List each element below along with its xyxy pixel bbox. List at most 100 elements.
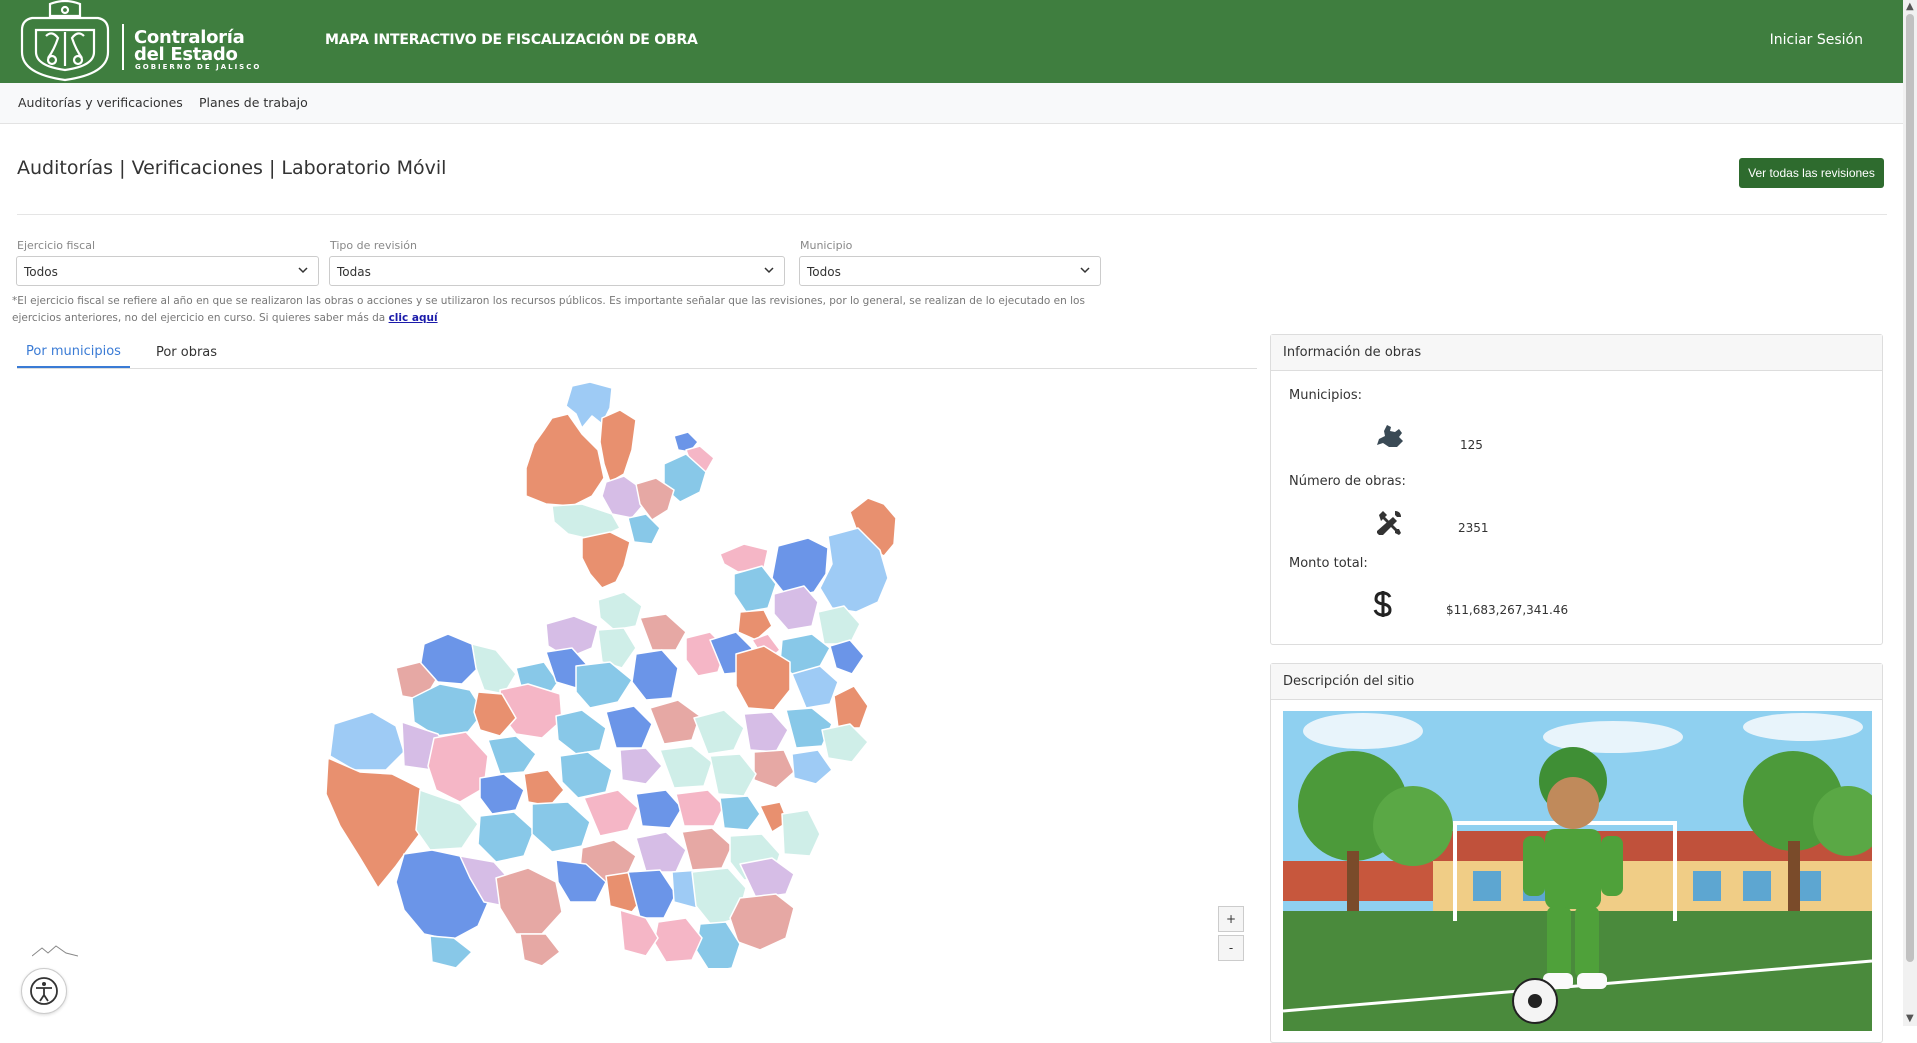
logo-separator (122, 24, 124, 70)
map-region[interactable] (709, 753, 757, 797)
works-info-panel: Información de obras Municipios: 125 Núm… (1270, 334, 1883, 645)
accessibility-button[interactable] (21, 968, 67, 1014)
map-region[interactable] (575, 661, 633, 709)
map-region[interactable] (791, 665, 839, 709)
learn-more-link[interactable]: clic aquí (389, 312, 438, 324)
map-region[interactable] (479, 773, 525, 815)
works-count: 2351 (1458, 521, 1489, 535)
fiscal-year-select[interactable]: Todos (16, 256, 319, 286)
site-description-panel: Descripción del sitio (1270, 663, 1883, 1043)
map-region[interactable] (733, 565, 777, 613)
map-region[interactable] (329, 711, 405, 771)
map-region[interactable] (829, 639, 865, 675)
accessibility-icon (30, 977, 58, 1005)
map-region[interactable] (525, 413, 605, 507)
jalisco-municipalities-map[interactable] (320, 378, 960, 968)
map-region[interactable] (635, 831, 687, 873)
jalisco-map-icon (1377, 425, 1403, 447)
map-region[interactable] (477, 811, 535, 863)
review-type-label: Tipo de revisión (330, 239, 417, 252)
municipalities-count: 125 (1460, 438, 1483, 452)
map-region[interactable] (523, 769, 565, 807)
review-type-select[interactable]: Todas (329, 256, 785, 286)
map-region[interactable] (635, 789, 683, 829)
map-region[interactable] (619, 747, 663, 785)
app-title: MAPA INTERACTIVO DE FISCALIZACIÓN DE OBR… (325, 32, 698, 48)
map-region[interactable] (821, 723, 869, 763)
total-amount-label: Monto total: (1289, 556, 1368, 571)
view-all-reviews-button[interactable]: Ver todas las revisiones (1739, 158, 1884, 188)
map-region[interactable] (471, 643, 517, 695)
map-region[interactable] (583, 789, 639, 837)
fiscal-year-label: Ejercicio fiscal (17, 239, 95, 252)
top-header: Contraloría del Estado GOBIERNO DE JALIS… (0, 0, 1903, 83)
map-region[interactable] (581, 531, 631, 589)
site-illustration (1283, 711, 1872, 1031)
nav-item-auditorias[interactable]: Auditorías y verificaciones (18, 95, 183, 110)
terrain-icon (32, 945, 78, 957)
scroll-up-arrow-icon[interactable]: ▲ (1906, 2, 1914, 12)
tab-por-obras[interactable]: Por obras (130, 336, 243, 368)
municipality-label: Municipio (800, 239, 853, 252)
map-region[interactable] (599, 409, 637, 483)
map-region[interactable] (791, 749, 833, 785)
map-region[interactable] (495, 867, 563, 935)
map-region[interactable] (753, 749, 795, 789)
logo-line-3: GOBIERNO DE JALISCO (135, 63, 262, 71)
tab-por-municipios[interactable]: Por municipios (17, 336, 130, 368)
dollar-icon (1373, 591, 1392, 617)
scroll-down-arrow-icon[interactable]: ▼ (1906, 1014, 1914, 1024)
map-region[interactable] (555, 709, 607, 755)
map-region[interactable] (427, 731, 489, 803)
map-region[interactable] (649, 699, 701, 745)
map-region[interactable] (429, 935, 473, 968)
map-region[interactable] (729, 893, 795, 951)
map-region[interactable] (675, 789, 725, 827)
scroll-thumb[interactable] (1906, 14, 1914, 962)
map-region[interactable] (627, 869, 677, 919)
login-link[interactable]: Iniciar Sesión (1770, 32, 1863, 48)
chevron-down-icon (1080, 267, 1090, 274)
note-text: *El ejercicio fiscal se refiere al año e… (12, 295, 1085, 324)
review-type-value: Todas (337, 265, 371, 279)
works-count-label: Número de obras: (1289, 474, 1406, 489)
view-tabs: Por municipios Por obras (17, 336, 1257, 369)
map-region[interactable] (719, 795, 761, 831)
coat-of-arms-icon (20, 0, 110, 82)
map-region[interactable] (743, 711, 789, 753)
map-region[interactable] (519, 933, 561, 967)
logo-line-2: del Estado (134, 44, 238, 65)
contraloria-logo[interactable]: Contraloría del Estado GOBIERNO DE JALIS… (10, 0, 270, 82)
map-region[interactable] (659, 745, 713, 789)
map-region[interactable] (833, 685, 869, 729)
municipality-value: Todos (807, 265, 841, 279)
total-amount: $11,683,267,341.46 (1446, 603, 1569, 617)
page-scrollbar[interactable]: ▲ ▼ (1903, 0, 1917, 1026)
map-region[interactable] (601, 475, 645, 519)
fiscal-year-value: Todos (24, 265, 58, 279)
zoom-in-button[interactable]: + (1218, 906, 1244, 932)
map-region[interactable] (693, 709, 745, 755)
map-region[interactable] (639, 613, 687, 651)
map-region[interactable] (597, 591, 643, 631)
map-region[interactable] (559, 751, 613, 799)
nav-item-planes[interactable]: Planes de trabajo (199, 95, 308, 110)
chevron-down-icon (298, 267, 308, 274)
municipality-select[interactable]: Todos (799, 256, 1101, 286)
page-title: Auditorías | Verificaciones | Laboratori… (17, 157, 447, 179)
map-region[interactable] (605, 705, 653, 749)
chevron-down-icon (764, 267, 774, 274)
soccer-mascot-illustration (1283, 711, 1872, 1031)
works-info-title: Información de obras (1271, 335, 1882, 371)
zoom-out-button[interactable]: - (1218, 935, 1244, 961)
map-region[interactable] (681, 827, 733, 871)
municipalities-label: Municipios: (1289, 388, 1363, 403)
map-region[interactable] (415, 789, 479, 851)
map-region[interactable] (653, 917, 703, 963)
map-region[interactable] (531, 801, 591, 853)
map-region[interactable] (739, 857, 795, 899)
map-region[interactable] (631, 649, 679, 701)
divider (17, 214, 1887, 215)
map-region[interactable] (781, 809, 821, 857)
map-region[interactable] (487, 735, 537, 775)
